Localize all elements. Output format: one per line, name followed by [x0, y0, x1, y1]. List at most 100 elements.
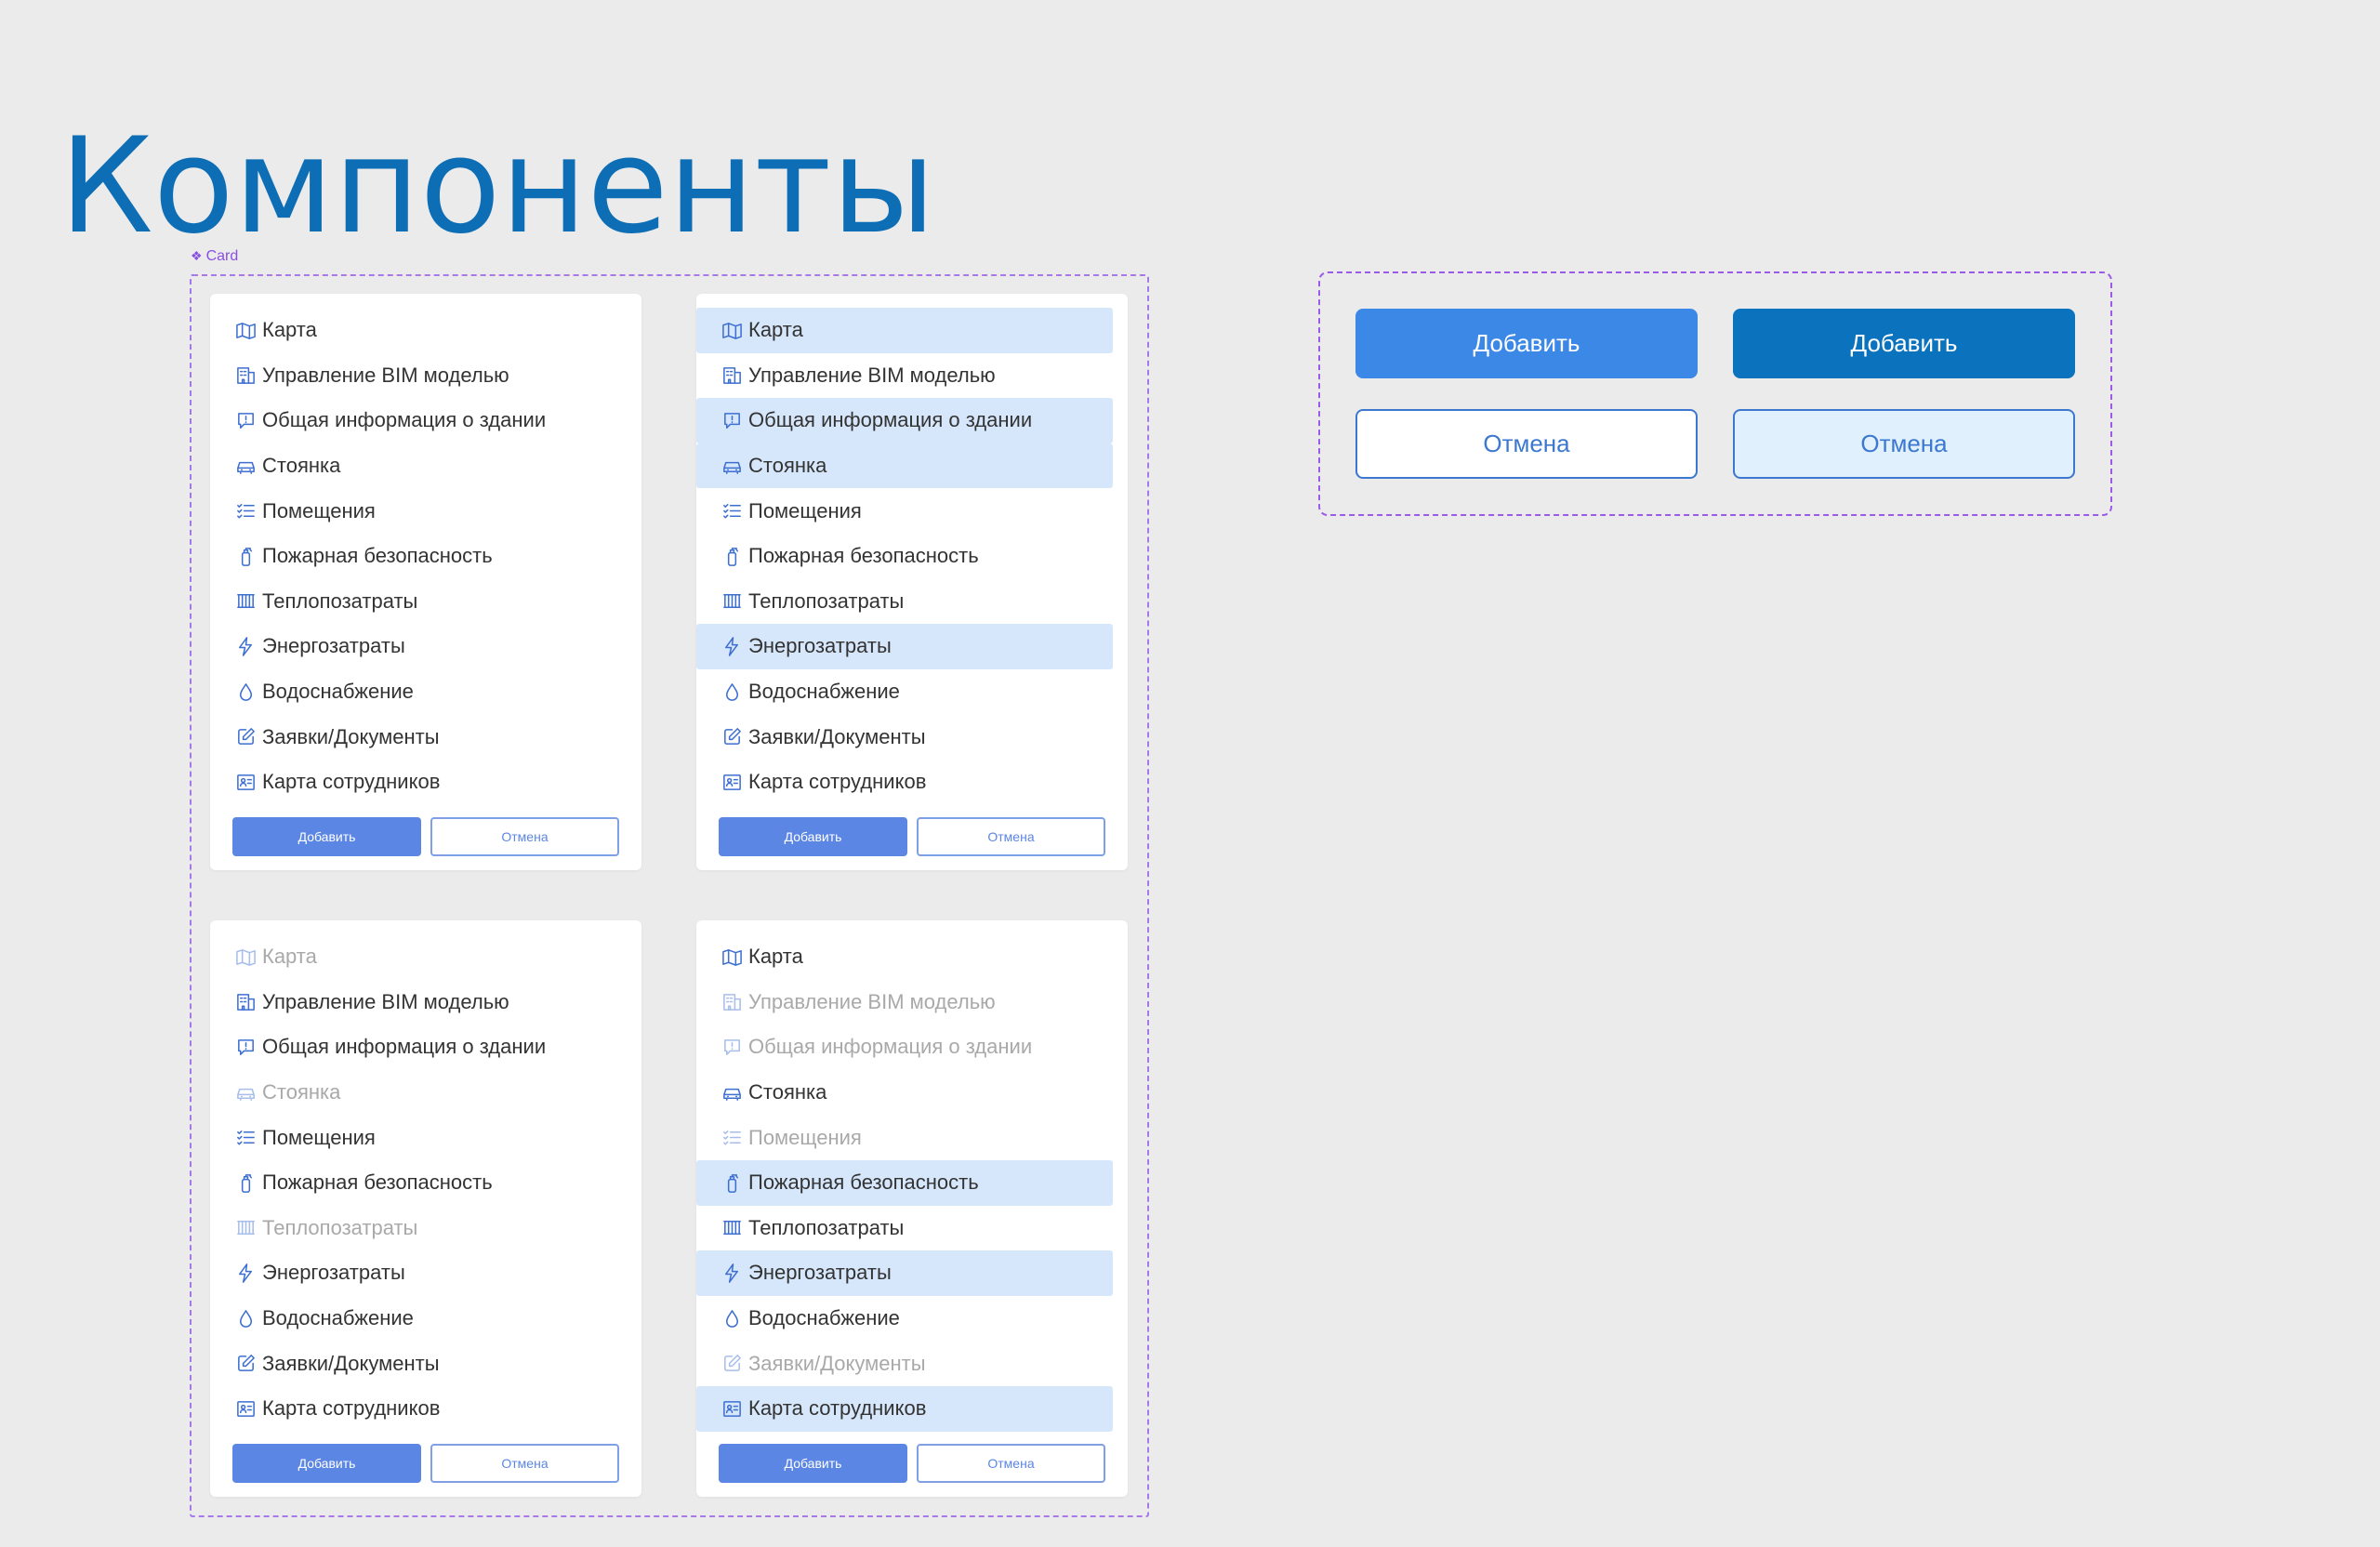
menu-item[interactable]: Пожарная безопасность — [696, 1159, 1113, 1206]
menu-item[interactable]: Карта сотрудников — [696, 760, 1128, 805]
radiator-icon — [234, 590, 257, 613]
menu-item[interactable]: Энергозатраты — [696, 624, 1113, 669]
menu-item[interactable]: Теплопозатраты — [696, 1206, 1128, 1251]
menu-item[interactable]: Водоснабжение — [696, 1296, 1128, 1342]
menu-item[interactable]: Теплопозатраты — [210, 579, 641, 625]
menu-item[interactable]: Энергозатраты — [210, 624, 641, 669]
menu-item[interactable]: Стоянка — [210, 443, 641, 489]
menu-item[interactable]: Пожарная безопасность — [696, 534, 1128, 579]
menu-item-label: Водоснабжение — [748, 1306, 900, 1330]
card-cancel-button[interactable]: Отмена — [430, 1444, 619, 1483]
menu-item[interactable]: Теплопозатраты — [210, 1206, 641, 1251]
menu-item[interactable]: Теплопозатраты — [696, 579, 1128, 625]
menu-item[interactable]: Карта сотрудников — [210, 760, 641, 805]
edit-icon — [721, 726, 743, 748]
menu-item[interactable]: Помещения — [696, 1115, 1128, 1160]
menu-item[interactable]: Карта — [210, 308, 641, 353]
menu-item-label: Стоянка — [748, 1080, 827, 1104]
menu-item-label: Общая информация о здании — [748, 1035, 1033, 1059]
add-button[interactable]: Добавить — [1355, 309, 1698, 378]
menu-item-label: Карта сотрудников — [748, 1396, 927, 1421]
menu-item[interactable]: Общая информация о здании — [696, 1025, 1128, 1070]
menu-item[interactable]: Карта — [696, 308, 1113, 353]
radiator-icon — [721, 1217, 743, 1239]
card-add-button[interactable]: Добавить — [719, 817, 907, 856]
menu-item-label: Помещения — [748, 1125, 862, 1149]
menu-item[interactable]: Водоснабжение — [696, 669, 1128, 715]
badge-icon — [721, 771, 743, 793]
menu-item-label: Заявки/Документы — [748, 1351, 926, 1375]
menu-item-label: Стоянка — [262, 454, 341, 478]
menu-item[interactable]: Заявки/Документы — [696, 1341, 1128, 1386]
menu-item[interactable]: Карта — [210, 934, 641, 980]
menu-item-label: Теплопозатраты — [262, 1215, 418, 1239]
menu-item[interactable]: Помещения — [210, 1115, 641, 1160]
lightning-icon — [234, 635, 257, 657]
page-title: Компоненты — [60, 110, 936, 263]
menu-item-label: Пожарная безопасность — [262, 544, 493, 568]
badge-icon — [721, 1397, 743, 1420]
menu-item[interactable]: Заявки/Документы — [210, 1341, 641, 1386]
edit-icon — [234, 726, 257, 748]
menu-item[interactable]: Карта сотрудников — [696, 1385, 1113, 1432]
menu-item[interactable]: Управление BIM моделью — [210, 353, 641, 399]
card-add-button[interactable]: Добавить — [719, 1444, 907, 1483]
menu-list: Карта Управление BIM моделью Общая информа… — [696, 934, 1128, 1432]
menu-item[interactable]: Общая информация о здании — [210, 1025, 641, 1070]
menu-item[interactable]: Общая информация о здании — [210, 398, 641, 443]
fire-extinguisher-icon — [234, 1171, 257, 1194]
menu-item[interactable]: Управление BIM моделью — [696, 353, 1128, 399]
menu-item[interactable]: Заявки/Документы — [210, 714, 641, 760]
lightning-icon — [234, 1262, 257, 1284]
menu-item[interactable]: Управление BIM моделью — [696, 980, 1128, 1025]
menu-list: Карта Управление BIM моделью Общая информа… — [696, 308, 1128, 805]
menu-item[interactable]: Карта сотрудников — [210, 1386, 641, 1432]
add-button-pressed[interactable]: Добавить — [1733, 309, 2075, 378]
menu-item[interactable]: Помещения — [696, 488, 1128, 534]
card-actions: Добавить Отмена — [232, 817, 619, 856]
menu-item[interactable]: Стоянка — [696, 443, 1113, 489]
menu-item[interactable]: Водоснабжение — [210, 669, 641, 715]
card-cancel-button[interactable]: Отмена — [917, 1444, 1105, 1483]
menu-item-label: Помещения — [262, 498, 376, 522]
menu-item[interactable]: Энергозатраты — [210, 1250, 641, 1296]
menu-item-label: Помещения — [748, 498, 862, 522]
checklist-icon — [721, 1127, 743, 1149]
menu-item[interactable]: Водоснабжение — [210, 1296, 641, 1342]
cancel-button-hover[interactable]: Отмена — [1733, 409, 2075, 479]
card-add-button[interactable]: Добавить — [232, 1444, 421, 1483]
menu-list: Карта Управление BIM моделью Общая информа… — [210, 308, 641, 805]
card-cancel-button[interactable]: Отмена — [430, 817, 619, 856]
map-icon — [234, 319, 257, 341]
car-icon — [721, 455, 743, 477]
frame-label: ❖ Card — [191, 246, 238, 266]
frame-label-text: Card — [205, 248, 239, 264]
menu-item-label: Стоянка — [748, 454, 827, 478]
menu-item[interactable]: Стоянка — [210, 1070, 641, 1116]
menu-item-label: Заявки/Документы — [748, 724, 926, 748]
menu-item[interactable]: Заявки/Документы — [696, 714, 1128, 760]
edit-icon — [721, 1353, 743, 1375]
menu-item[interactable]: Пожарная безопасность — [210, 534, 641, 579]
menu-item-label: Энергозатраты — [748, 634, 892, 658]
menu-item-label: Энергозатраты — [748, 1261, 892, 1285]
checklist-icon — [721, 500, 743, 522]
cancel-button[interactable]: Отмена — [1355, 409, 1698, 479]
menu-item-label: Помещения — [262, 1125, 376, 1149]
menu-item-label: Водоснабжение — [748, 680, 900, 704]
menu-item-label: Карта — [748, 318, 803, 342]
menu-item-label: Теплопозатраты — [748, 1215, 905, 1239]
checklist-icon — [234, 500, 257, 522]
menu-item-label: Карта — [748, 945, 803, 969]
menu-item[interactable]: Помещения — [210, 488, 641, 534]
menu-item[interactable]: Стоянка — [696, 1070, 1128, 1116]
menu-item[interactable]: Управление BIM моделью — [210, 980, 641, 1025]
menu-item[interactable]: Карта — [696, 934, 1128, 980]
menu-item[interactable]: Общая информация о здании — [696, 398, 1113, 443]
checklist-icon — [234, 1127, 257, 1149]
card-add-button[interactable]: Добавить — [232, 817, 421, 856]
menu-item[interactable]: Пожарная безопасность — [210, 1160, 641, 1206]
card-cancel-button[interactable]: Отмена — [917, 817, 1105, 856]
card-default: Карта Управление BIM моделью Общая информа… — [210, 294, 641, 870]
menu-item[interactable]: Энергозатраты — [696, 1250, 1113, 1296]
